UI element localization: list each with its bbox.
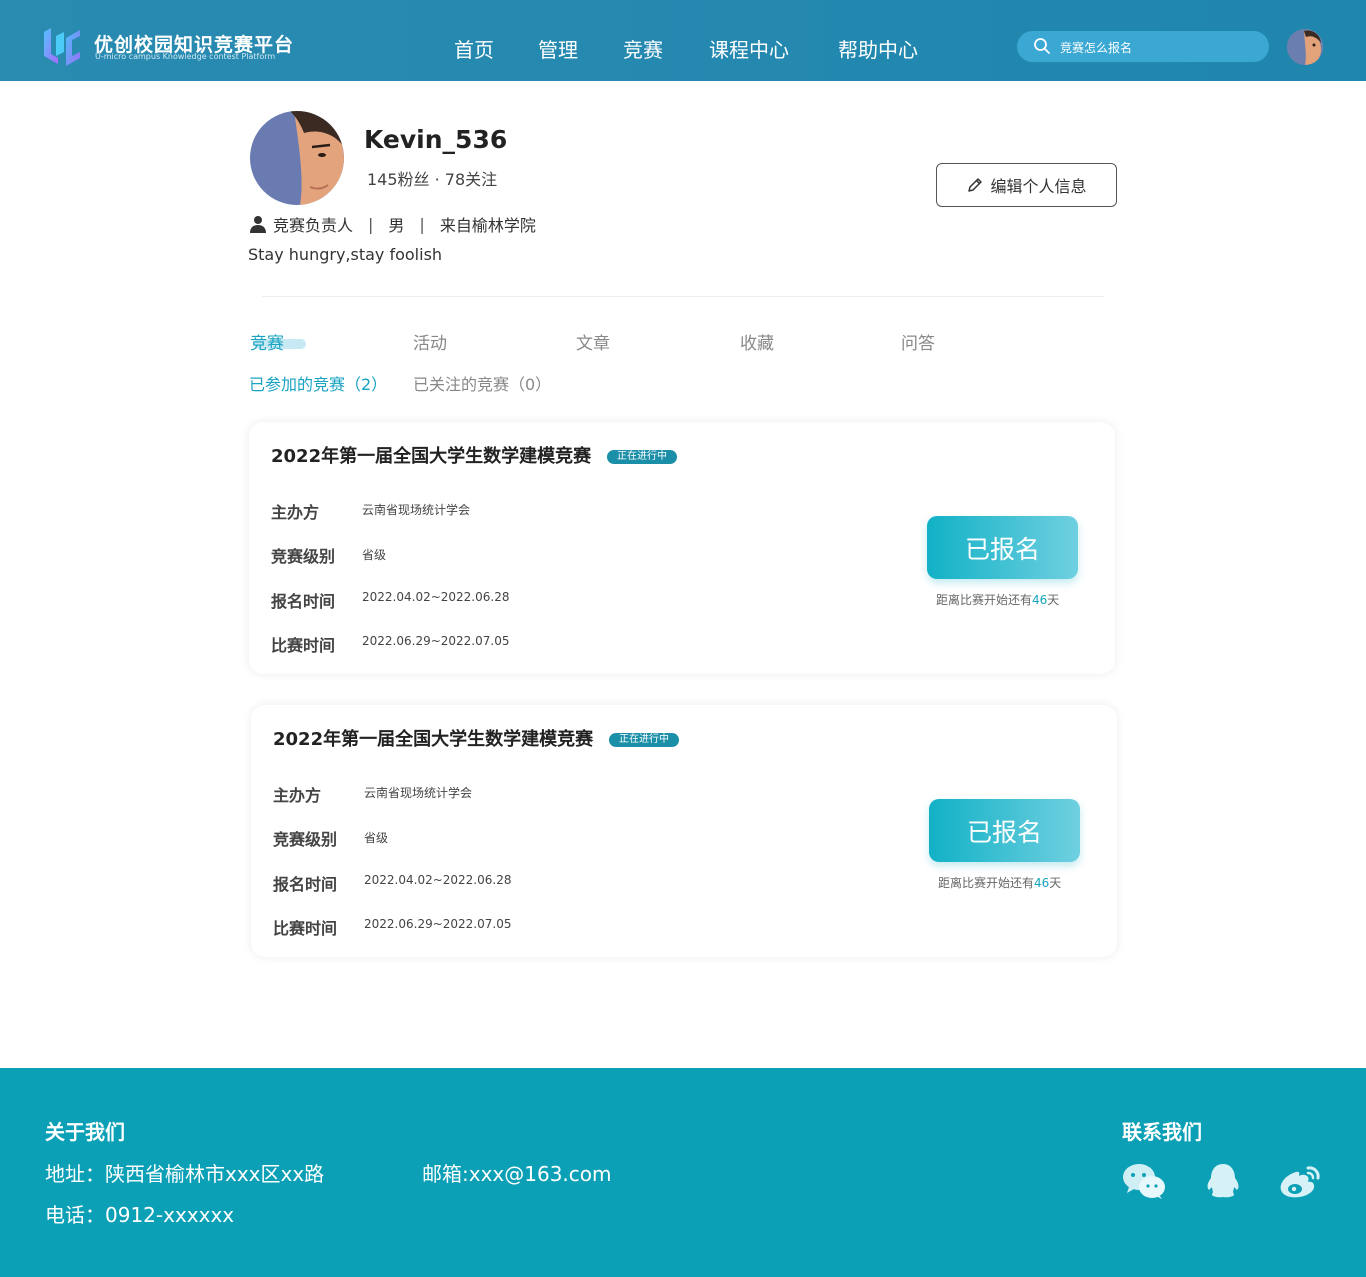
countdown-days: 46 — [1034, 876, 1050, 890]
status-badge: 正在进行中 — [609, 733, 679, 747]
competition-card[interactable]: 2022年第一届全国大学生数学建模竞赛 正在进行中 主办方 云南省现场统计学会 … — [251, 705, 1117, 957]
registration-time-value: 2022.04.02~2022.06.28 — [362, 590, 510, 604]
brand-subtitle: U-micro campus Knowledge contest Platfor… — [95, 52, 276, 61]
organizer-label: 主办方 — [273, 786, 322, 805]
tab-competition[interactable]: 竞赛 — [250, 329, 284, 354]
info-separator: | — [419, 214, 425, 234]
search-placeholder: 竞赛怎么报名 — [1060, 41, 1133, 55]
organizer-value: 云南省现场统计学会 — [364, 786, 473, 800]
registered-button[interactable]: 已报名 — [927, 516, 1078, 579]
competition-time-label: 比赛时间 — [271, 636, 336, 655]
countdown-text: 距离比赛开始还有46天 — [936, 591, 1059, 608]
footer-phone: 电话：0912-xxxxxx — [45, 1203, 235, 1227]
qq-icon[interactable] — [1201, 1162, 1245, 1200]
profile-avatar — [250, 111, 344, 205]
competition-time-value: 2022.06.29~2022.07.05 — [362, 634, 510, 648]
profile-info-row: 竞赛负责人 | 男 | 来自榆林学院 — [249, 212, 536, 236]
registration-time-label: 报名时间 — [271, 592, 336, 611]
profile-origin: 来自榆林学院 — [439, 216, 536, 235]
registered-button[interactable]: 已报名 — [929, 799, 1080, 862]
tab-article[interactable]: 文章 — [576, 329, 610, 354]
tab-qa[interactable]: 问答 — [901, 329, 935, 354]
footer-about-heading: 关于我们 — [45, 1120, 125, 1144]
profile-gender: 男 — [388, 216, 405, 235]
organizer-value: 云南省现场统计学会 — [362, 503, 471, 517]
subtab-followed-competitions[interactable]: 已关注的竞赛（0） — [413, 371, 551, 395]
profile-username: Kevin_536 — [364, 125, 508, 154]
level-value: 省级 — [364, 831, 389, 845]
status-badge: 正在进行中 — [607, 450, 677, 464]
countdown-days: 46 — [1032, 593, 1048, 607]
info-separator: | — [368, 214, 374, 234]
competition-time-value: 2022.06.29~2022.07.05 — [364, 917, 512, 931]
nav-competition[interactable]: 竞赛 — [623, 34, 663, 63]
user-avatar[interactable] — [1287, 29, 1323, 65]
tab-favorites[interactable]: 收藏 — [740, 329, 774, 354]
search-icon[interactable] — [1033, 37, 1051, 55]
registration-time-label: 报名时间 — [273, 875, 338, 894]
footer-address: 地址：陕西省榆林市xxx区xx路 — [45, 1162, 325, 1186]
person-icon — [250, 216, 266, 233]
edit-profile-label: 编辑个人信息 — [990, 177, 1087, 196]
wechat-icon[interactable] — [1122, 1162, 1166, 1200]
subtab-joined-competitions[interactable]: 已参加的竞赛（2） — [249, 371, 387, 395]
search-input[interactable]: 竞赛怎么报名 — [1017, 31, 1269, 62]
countdown-prefix: 距离比赛开始还有 — [936, 593, 1033, 607]
nav-manage[interactable]: 管理 — [538, 34, 578, 63]
countdown-suffix: 天 — [1047, 593, 1060, 607]
countdown-suffix: 天 — [1049, 876, 1062, 890]
countdown-text: 距离比赛开始还有46天 — [938, 874, 1061, 891]
edit-profile-button[interactable]: 编辑个人信息 — [936, 163, 1117, 207]
countdown-prefix: 距离比赛开始还有 — [938, 876, 1035, 890]
competition-card[interactable]: 2022年第一届全国大学生数学建模竞赛 正在进行中 主办方 云南省现场统计学会 … — [249, 422, 1115, 674]
competition-time-label: 比赛时间 — [273, 919, 338, 938]
nav-home[interactable]: 首页 — [454, 34, 494, 63]
pencil-icon — [968, 178, 983, 192]
registration-time-value: 2022.04.02~2022.06.28 — [364, 873, 512, 887]
top-navigation-bar: 优创校园知识竞赛平台 U-micro campus Knowledge cont… — [0, 0, 1366, 81]
competition-title[interactable]: 2022年第一届全国大学生数学建模竞赛 — [273, 725, 593, 751]
level-value: 省级 — [362, 548, 387, 562]
level-label: 竞赛级别 — [273, 830, 338, 849]
follow-stats: 145粉丝 · 78关注 — [367, 170, 498, 189]
nav-course-center[interactable]: 课程中心 — [709, 34, 789, 63]
organizer-label: 主办方 — [271, 503, 320, 522]
weibo-icon[interactable] — [1278, 1162, 1322, 1200]
tab-activity[interactable]: 活动 — [413, 329, 447, 354]
footer-contact-heading: 联系我们 — [1122, 1120, 1202, 1144]
competition-title[interactable]: 2022年第一届全国大学生数学建模竞赛 — [271, 442, 591, 468]
level-label: 竞赛级别 — [271, 547, 336, 566]
site-footer: 关于我们 地址：陕西省榆林市xxx区xx路 邮箱:xxx@163.com 电话：… — [0, 1068, 1366, 1277]
footer-email[interactable]: 邮箱:xxx@163.com — [422, 1158, 612, 1187]
brand-logo-icon[interactable] — [42, 26, 82, 66]
profile-bio: Stay hungry,stay foolish — [248, 245, 443, 264]
section-divider — [262, 296, 1104, 297]
profile-role: 竞赛负责人 — [273, 216, 354, 235]
nav-help-center[interactable]: 帮助中心 — [838, 34, 918, 63]
